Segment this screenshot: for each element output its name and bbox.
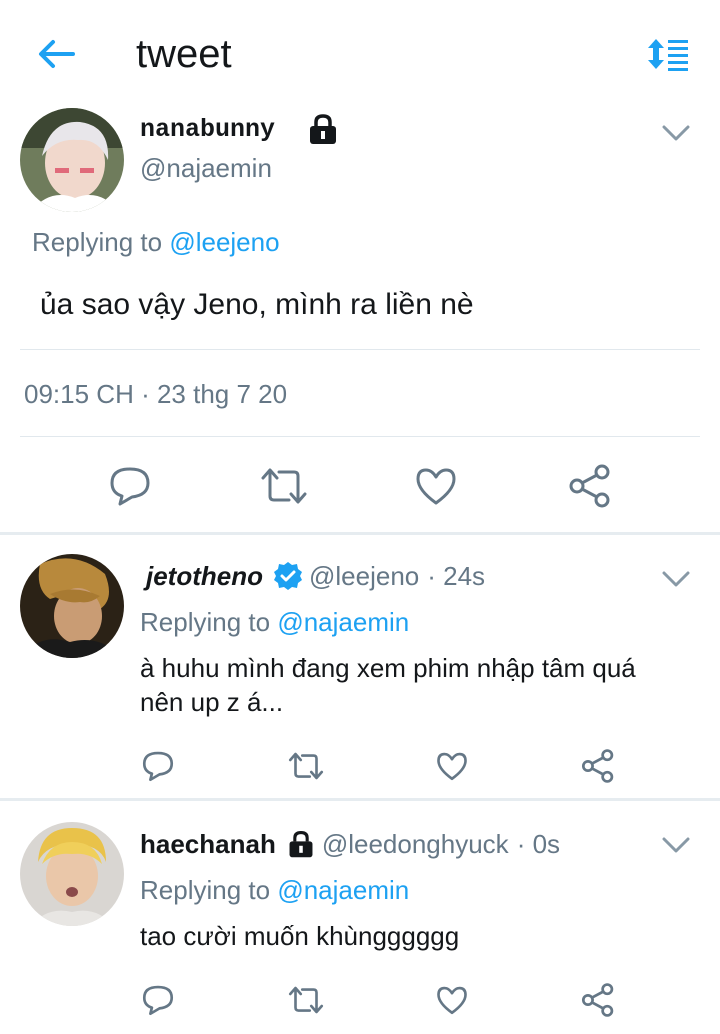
lock-icon xyxy=(306,112,340,151)
display-name[interactable]: haechanah xyxy=(140,829,276,860)
reply-button[interactable] xyxy=(136,746,180,786)
share-button[interactable] xyxy=(576,746,620,786)
reply-time: · 24s xyxy=(427,560,486,591)
chevron-down-icon xyxy=(662,125,690,141)
verified-badge-icon xyxy=(273,561,303,591)
replying-to: Replying to @najaemin xyxy=(140,606,409,638)
mention-link[interactable]: @leejeno xyxy=(169,227,279,257)
reply-header: haechanah @leedonghyuck · 0s xyxy=(140,828,560,860)
replying-to-label: Replying to xyxy=(140,875,271,905)
user-handle[interactable]: @najaemin xyxy=(140,152,272,184)
share-icon xyxy=(569,464,610,508)
share-icon xyxy=(581,749,614,783)
replying-to-label: Replying to xyxy=(140,607,271,637)
retweet-icon xyxy=(261,468,307,504)
replying-to: Replying to @najaemin xyxy=(140,874,409,906)
tweet-text: nên up z á... xyxy=(140,687,284,717)
heart-icon xyxy=(437,752,467,781)
display-name[interactable]: jetotheno xyxy=(146,561,263,592)
retweet-button[interactable] xyxy=(254,460,314,512)
avatar[interactable] xyxy=(20,554,124,658)
reply-time: · 0s xyxy=(516,828,561,859)
tweet-text: ủa sao vậy Jeno, mình ra liền nè xyxy=(40,288,474,321)
reply-button[interactable] xyxy=(136,980,180,1020)
mention-link[interactable]: @najaemin xyxy=(277,607,409,637)
retweet-button[interactable] xyxy=(284,746,328,786)
retweet-button[interactable] xyxy=(284,980,328,1020)
like-button[interactable] xyxy=(430,746,474,786)
display-name[interactable]: nanabunny xyxy=(140,114,275,146)
replying-to-label: Replying to xyxy=(32,227,163,257)
share-button[interactable] xyxy=(560,460,620,512)
avatar[interactable] xyxy=(20,822,124,926)
reply-icon xyxy=(110,467,150,506)
heart-icon xyxy=(437,986,467,1015)
user-handle[interactable]: @leedonghyuck xyxy=(322,829,509,860)
divider xyxy=(20,349,700,350)
reply-button[interactable] xyxy=(100,460,160,512)
like-button[interactable] xyxy=(430,980,474,1020)
avatar-image xyxy=(20,554,124,658)
lock-icon xyxy=(286,828,316,860)
more-options-button[interactable] xyxy=(656,830,696,860)
page-title: tweet xyxy=(136,32,232,76)
reply-icon xyxy=(142,985,174,1016)
retweet-icon xyxy=(288,752,324,780)
divider xyxy=(20,436,700,437)
arrow-left-icon xyxy=(39,40,75,68)
reply-icon xyxy=(142,751,174,782)
sort-icon xyxy=(648,39,688,71)
user-handle[interactable]: @leejeno xyxy=(309,561,419,592)
mention-link[interactable]: @najaemin xyxy=(277,875,409,905)
share-button[interactable] xyxy=(576,980,620,1020)
retweet-icon xyxy=(288,986,324,1014)
sort-button[interactable] xyxy=(640,30,696,78)
reply-header: jetotheno @leejeno · 24s xyxy=(146,560,485,592)
replying-to: Replying to @leejeno xyxy=(32,226,280,258)
more-options-button[interactable] xyxy=(656,564,696,594)
tweet-text: à huhu mình đang xem phim nhập tâm quá xyxy=(140,653,636,683)
section-divider xyxy=(0,532,720,535)
chevron-down-icon xyxy=(662,571,690,587)
tweet-text: tao cười muốn khùngggggg xyxy=(140,921,460,951)
avatar-image xyxy=(20,108,124,212)
chevron-down-icon xyxy=(662,837,690,853)
avatar[interactable] xyxy=(20,108,124,212)
share-icon xyxy=(581,983,614,1017)
back-button[interactable] xyxy=(30,30,84,78)
like-button[interactable] xyxy=(406,460,466,512)
section-divider xyxy=(0,798,720,801)
heart-icon xyxy=(416,468,456,505)
more-options-button[interactable] xyxy=(656,118,696,148)
timestamp: 09:15 CH · 23 thg 7 20 xyxy=(24,379,288,409)
avatar-image xyxy=(20,822,124,926)
